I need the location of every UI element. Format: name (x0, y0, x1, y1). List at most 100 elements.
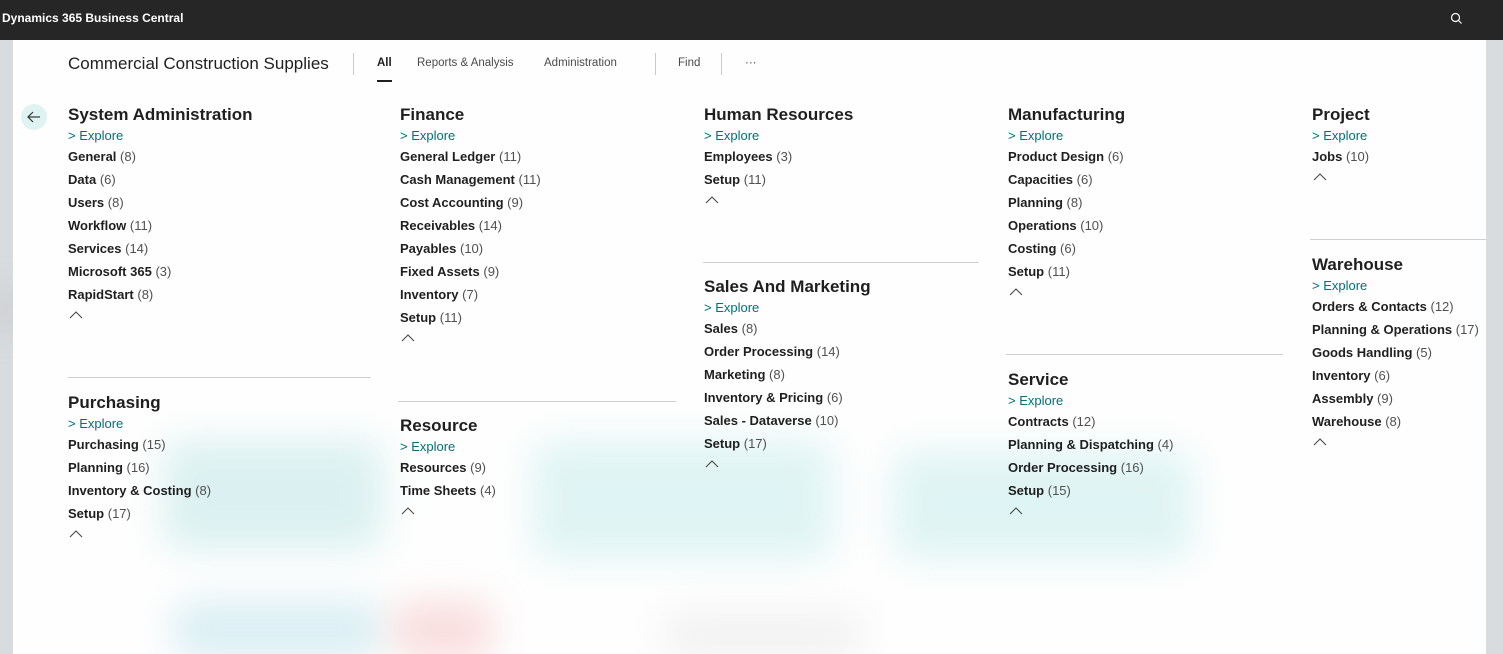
group-title[interactable]: Project (1312, 104, 1370, 126)
group-title[interactable]: Human Resources (704, 104, 853, 126)
menu-item[interactable]: Capacities (6) (1008, 168, 1125, 191)
chevron-up-icon[interactable] (68, 527, 84, 541)
menu-item[interactable]: Resources (9) (400, 456, 496, 479)
menu-item-count: (10) (1345, 149, 1370, 164)
menu-item[interactable]: General (8) (68, 145, 253, 168)
explore-link[interactable]: > Explore (400, 438, 496, 456)
group-title[interactable]: Purchasing (68, 392, 211, 414)
group-title[interactable]: Manufacturing (1008, 104, 1125, 126)
menu-item[interactable]: Setup (11) (704, 168, 853, 191)
menu-item[interactable]: Setup (15) (1008, 479, 1173, 502)
explore-link[interactable]: > Explore (1312, 277, 1479, 295)
menu-item[interactable]: Marketing (8) (704, 363, 871, 386)
menu-item[interactable]: General Ledger (11) (400, 145, 541, 168)
tab-all[interactable]: All (377, 57, 392, 69)
menu-item-count: (15) (142, 437, 166, 452)
menu-item[interactable]: Microsoft 365 (3) (68, 260, 253, 283)
menu-item[interactable]: Product Design (6) (1008, 145, 1125, 168)
explore-link[interactable]: > Explore (1008, 127, 1125, 145)
explore-link[interactable]: > Explore (1312, 127, 1370, 145)
menu-item-count: (8) (137, 287, 154, 302)
menu-item[interactable]: RapidStart (8) (68, 283, 253, 306)
menu-item[interactable]: Receivables (14) (400, 214, 541, 237)
menu-item[interactable]: Jobs (10) (1312, 145, 1370, 168)
menu-item-name: Inventory (400, 287, 459, 302)
menu-item[interactable]: Assembly (9) (1312, 387, 1479, 410)
top-bar: Dynamics 365 Business Central (0, 0, 1503, 40)
explore-link[interactable]: > Explore (68, 415, 211, 433)
chevron-up-icon[interactable] (704, 457, 720, 471)
menu-item[interactable]: Warehouse (8) (1312, 410, 1479, 433)
menu-item[interactable]: Purchasing (15) (68, 433, 211, 456)
chevron-up-icon[interactable] (1008, 285, 1024, 299)
menu-item[interactable]: Cash Management (11) (400, 168, 541, 191)
group-title[interactable]: Service (1008, 369, 1173, 391)
chevron-up-icon[interactable] (68, 308, 84, 322)
menu-item[interactable]: Planning & Operations (17) (1312, 318, 1479, 341)
tab-reports-analysis[interactable]: Reports & Analysis (417, 57, 514, 69)
menu-item[interactable]: Goods Handling (5) (1312, 341, 1479, 364)
group-system-administration: System Administration > Explore General (8… (68, 104, 253, 322)
menu-item[interactable]: Setup (11) (1008, 260, 1125, 283)
more-options-button[interactable]: ··· (745, 57, 757, 69)
menu-item-count: (10) (1080, 218, 1104, 233)
menu-item-name: Planning & Operations (1312, 322, 1453, 337)
menu-item[interactable]: Inventory (6) (1312, 364, 1479, 387)
menu-item[interactable]: Data (6) (68, 168, 253, 191)
back-button[interactable] (21, 104, 47, 130)
menu-item[interactable]: Employees (3) (704, 145, 853, 168)
menu-item[interactable]: Operations (10) (1008, 214, 1125, 237)
menu-item[interactable]: Services (14) (68, 237, 253, 260)
menu-item[interactable]: Planning (8) (1008, 191, 1125, 214)
tab-administration[interactable]: Administration (544, 57, 617, 69)
menu-item[interactable]: Order Processing (16) (1008, 456, 1173, 479)
group-title[interactable]: Warehouse (1312, 254, 1479, 276)
chevron-up-icon[interactable] (1312, 435, 1328, 449)
menu-item[interactable]: Time Sheets (4) (400, 479, 496, 502)
menu-item[interactable]: Payables (10) (400, 237, 541, 260)
menu-item[interactable]: Order Processing (14) (704, 340, 871, 363)
menu-item-count: (6) (1374, 368, 1391, 383)
menu-item[interactable]: Setup (11) (400, 306, 541, 329)
chevron-up-icon[interactable] (1008, 504, 1024, 518)
menu-item[interactable]: Inventory & Costing (8) (68, 479, 211, 502)
explore-link[interactable]: > Explore (68, 127, 253, 145)
chevron-up-icon[interactable] (1312, 170, 1328, 184)
group-title[interactable]: System Administration (68, 104, 253, 126)
group-title[interactable]: Sales And Marketing (704, 276, 871, 298)
menu-item[interactable]: Setup (17) (68, 502, 211, 525)
explore-link[interactable]: > Explore (1008, 392, 1173, 410)
explore-link[interactable]: > Explore (400, 127, 541, 145)
company-name: Commercial Construction Supplies (68, 54, 329, 73)
menu-item[interactable]: Workflow (11) (68, 214, 253, 237)
group-title[interactable]: Finance (400, 104, 541, 126)
menu-item[interactable]: Contracts (12) (1008, 410, 1173, 433)
group-title[interactable]: Resource (400, 415, 496, 437)
menu-item-name: Purchasing (68, 437, 139, 452)
menu-item[interactable]: Planning (16) (68, 456, 211, 479)
tab-find[interactable]: Find (678, 57, 700, 69)
menu-item-count: (11) (518, 172, 541, 187)
menu-item[interactable]: Planning & Dispatching (4) (1008, 433, 1173, 456)
menu-item[interactable]: Inventory (7) (400, 283, 541, 306)
menu-item[interactable]: Sales - Dataverse (10) (704, 409, 871, 432)
menu-item[interactable]: Users (8) (68, 191, 253, 214)
chevron-up-icon[interactable] (704, 193, 720, 207)
chevron-up-icon[interactable] (400, 331, 416, 345)
menu-item[interactable]: Sales (8) (704, 317, 871, 340)
explore-link[interactable]: > Explore (704, 299, 871, 317)
menu-item-name: Cost Accounting (400, 195, 504, 210)
menu-item[interactable]: Fixed Assets (9) (400, 260, 541, 283)
menu-item[interactable]: Inventory & Pricing (6) (704, 386, 871, 409)
search-icon[interactable] (1446, 8, 1468, 30)
menu-item-count: (15) (1047, 483, 1071, 498)
role-explorer-panel: Commercial Construction Supplies All Rep… (13, 40, 1486, 654)
menu-item[interactable]: Costing (6) (1008, 237, 1125, 260)
chevron-up-icon[interactable] (400, 504, 416, 518)
menu-item[interactable]: Cost Accounting (9) (400, 191, 541, 214)
menu-item[interactable]: Orders & Contacts (12) (1312, 295, 1479, 318)
menu-item[interactable]: Setup (17) (704, 432, 871, 455)
explore-link[interactable]: > Explore (704, 127, 853, 145)
menu-item-name: Services (68, 241, 122, 256)
menu-item-count: (9) (507, 195, 524, 210)
